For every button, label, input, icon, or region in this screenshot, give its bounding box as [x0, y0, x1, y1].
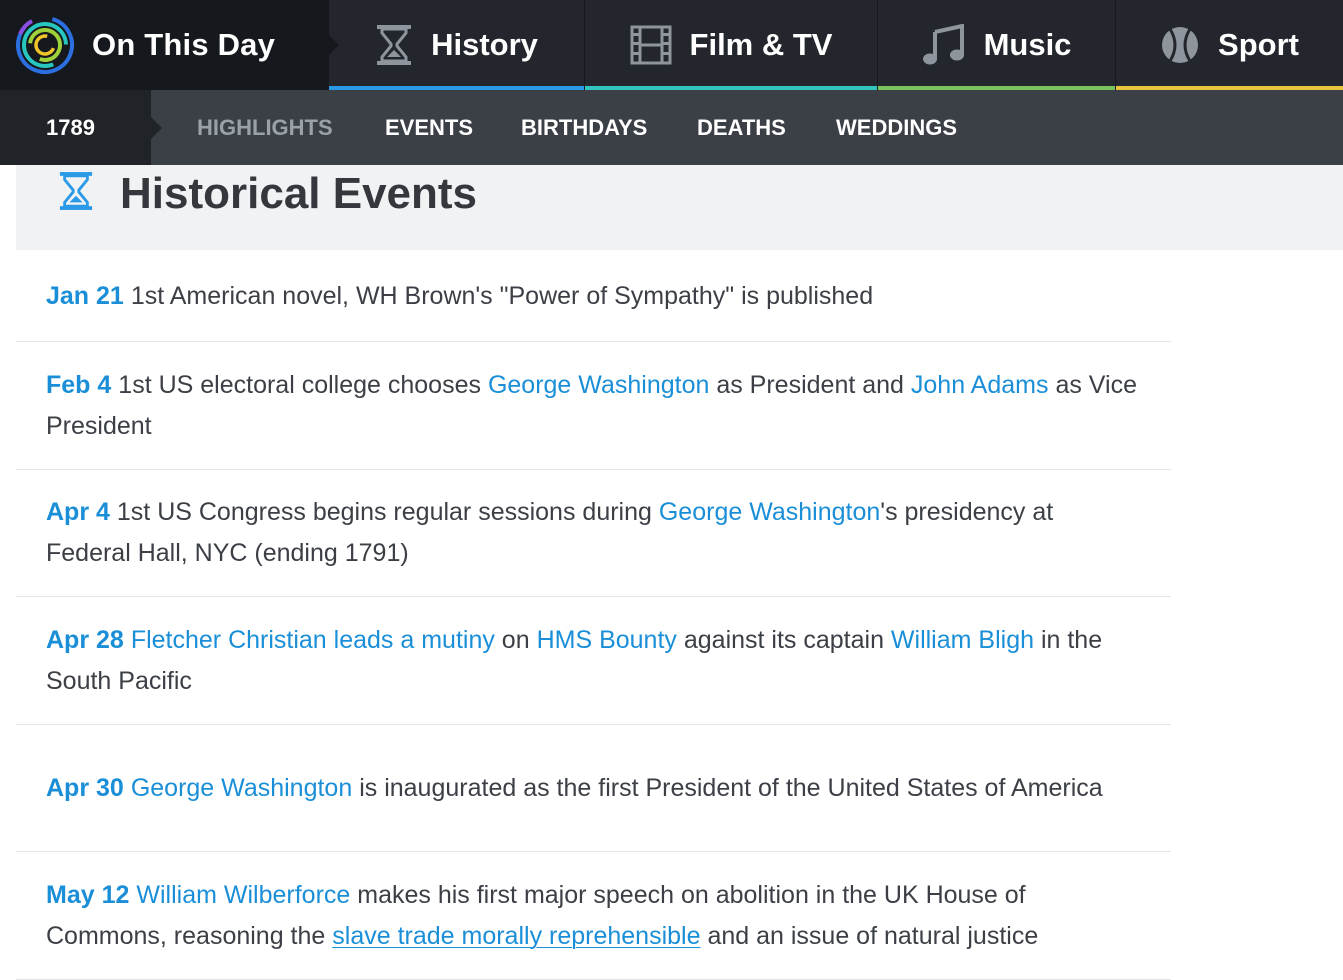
event-link[interactable]: John Adams: [911, 371, 1049, 399]
event-item: Apr 30 George Washington is inaugurated a…: [16, 725, 1171, 852]
top-navigation: On This Day History Film & TV Music Spor…: [0, 0, 1343, 90]
site-logo-icon: [16, 16, 74, 74]
event-date-link[interactable]: Apr 30: [46, 774, 124, 802]
nav-tab-history[interactable]: History: [328, 0, 584, 90]
year-link[interactable]: 1789: [0, 90, 151, 165]
event-text: as President and: [709, 370, 911, 399]
subnav-highlights-link[interactable]: HIGHLIGHTS: [197, 90, 333, 165]
events-list: Jan 21 1st American novel, WH Brown's "Po…: [16, 251, 1171, 980]
subnav-birthdays-link[interactable]: BIRTHDAYS: [521, 90, 647, 165]
nav-tab-music[interactable]: Music: [877, 0, 1115, 90]
event-item: May 12 William Wilberforce makes his firs…: [16, 852, 1171, 980]
event-item: Jan 21 1st American novel, WH Brown's "Po…: [16, 251, 1171, 342]
section-title: Historical Events: [120, 169, 478, 218]
event-link[interactable]: George Washington: [659, 498, 880, 526]
event-item: Apr 4 1st US Congress begins regular sess…: [16, 470, 1171, 597]
brand-title: On This Day: [92, 27, 276, 62]
sub-navigation: 1789 HIGHLIGHTS EVENTS BIRTHDAYS DEATHS …: [0, 90, 1343, 165]
brand-home-link[interactable]: On This Day: [0, 0, 339, 90]
event-item: Apr 28 Fletcher Christian leads a mutiny …: [16, 597, 1171, 725]
event-text: 1st US electoral college chooses: [118, 370, 488, 399]
event-text: 1st American novel, WH Brown's "Power of…: [130, 281, 874, 310]
event-link[interactable]: William Wilberforce: [136, 881, 350, 909]
nav-tab-label: Film & TV: [689, 27, 833, 62]
nav-tab-label: Music: [983, 27, 1072, 62]
subnav-weddings-link[interactable]: WEDDINGS: [836, 90, 957, 165]
event-date-link[interactable]: Apr 4: [46, 498, 110, 526]
event-text: is inaugurated as the first President of…: [352, 773, 1103, 802]
event-text: against its captain: [676, 625, 891, 654]
event-text: and an issue of natural justice: [700, 921, 1039, 950]
film-icon: [630, 25, 672, 65]
event-link[interactable]: George Washington: [488, 371, 709, 399]
nav-tab-label: Sport: [1218, 27, 1299, 62]
event-link[interactable]: Fletcher Christian leads a mutiny: [131, 626, 495, 654]
event-text: 1st US Congress begins regular sessions …: [116, 498, 659, 526]
music-note-icon: [922, 24, 964, 65]
subnav-events-link[interactable]: EVENTS: [385, 90, 473, 165]
hourglass-icon: [59, 172, 93, 210]
event-link[interactable]: HMS Bounty: [537, 626, 677, 654]
hourglass-icon: [377, 25, 412, 65]
event-date-link[interactable]: Jan 21: [46, 282, 124, 310]
year-arrow: [151, 117, 162, 139]
event-text: on: [494, 625, 537, 654]
event-link[interactable]: George Washington: [131, 774, 352, 802]
ball-icon: [1162, 27, 1199, 63]
nav-tab-film-tv[interactable]: Film & TV: [584, 0, 877, 90]
brand-arrow: [328, 34, 339, 56]
section-header: Historical Events: [16, 165, 1343, 250]
event-date-link[interactable]: May 12: [46, 881, 129, 909]
event-link[interactable]: William Bligh: [891, 626, 1034, 654]
event-date-link[interactable]: Apr 28: [46, 626, 124, 654]
nav-tab-sport[interactable]: Sport: [1115, 0, 1343, 90]
nav-tab-label: History: [431, 27, 538, 62]
event-date-link[interactable]: Feb 4: [46, 371, 111, 399]
event-item: Feb 4 1st US electoral college chooses Ge…: [16, 342, 1171, 470]
subnav-deaths-link[interactable]: DEATHS: [697, 90, 786, 165]
event-link[interactable]: slave trade morally reprehensible: [332, 922, 700, 950]
